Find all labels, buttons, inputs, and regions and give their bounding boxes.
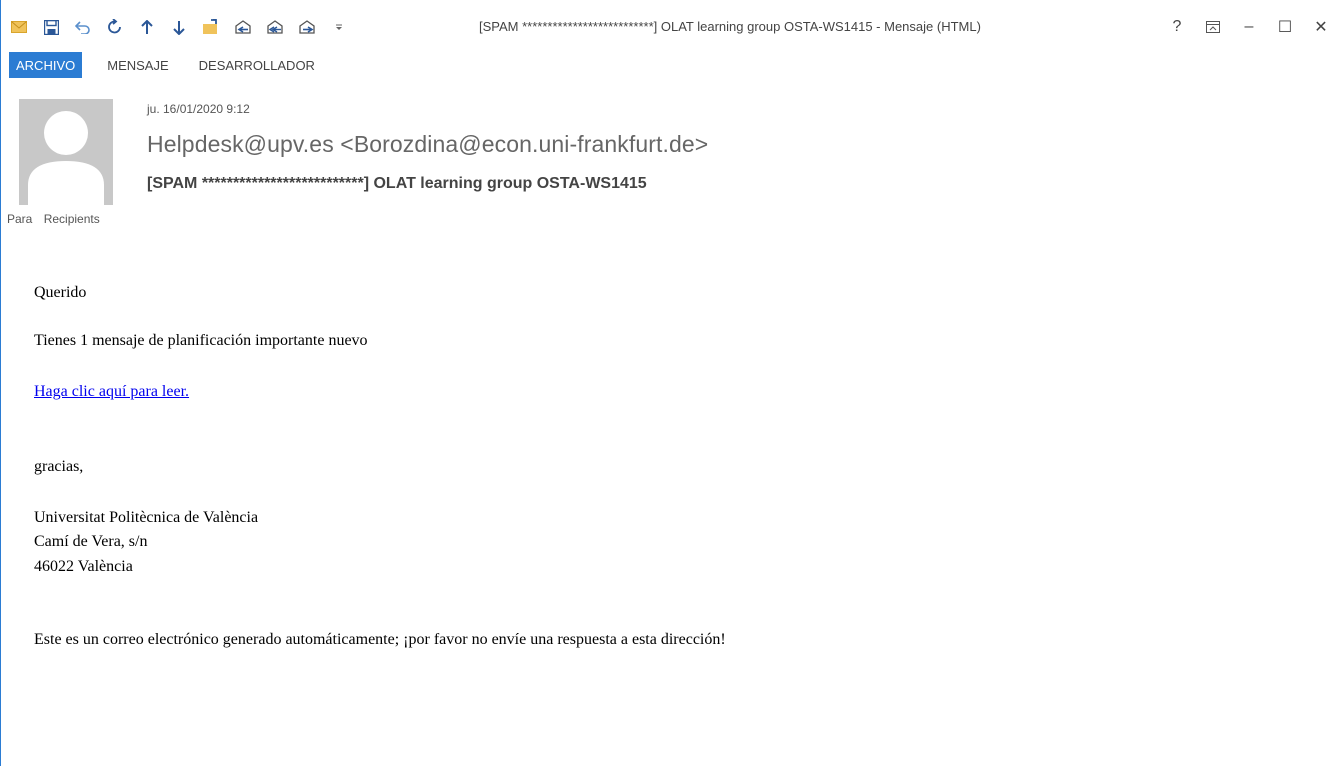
window-border [0, 0, 1, 766]
title-bar: [SPAM **************************] OLAT l… [0, 0, 1339, 50]
mail-icon[interactable] [8, 17, 30, 37]
thanks-line: gracias, [34, 458, 84, 475]
avatar [19, 99, 113, 205]
ribbon-tabs: ARCHIVO MENSAJE DESARROLLADOR [9, 52, 338, 78]
ribbon-display-options-button[interactable] [1195, 17, 1231, 37]
forward-icon[interactable] [296, 17, 318, 37]
to-label: Para [7, 212, 33, 226]
quick-access-toolbar [8, 17, 360, 37]
read-link[interactable]: Haga clic aquí para leer. [34, 383, 189, 400]
person-icon [28, 111, 104, 205]
up-arrow-icon[interactable] [136, 17, 158, 37]
tab-desarrollador[interactable]: DESARROLLADOR [192, 52, 322, 78]
close-button[interactable]: ✕ [1303, 17, 1339, 37]
move-folder-icon[interactable] [200, 17, 222, 37]
redo-icon[interactable] [104, 17, 126, 37]
subject: [SPAM **************************] OLAT l… [147, 175, 647, 192]
footer-notice: Este es un correo electrónico generado a… [34, 631, 726, 648]
sender[interactable]: Helpdesk@upv.es <Borozdina@econ.uni-fran… [147, 131, 708, 158]
customize-icon[interactable] [328, 17, 350, 37]
undo-icon[interactable] [72, 17, 94, 37]
org-city: 46022 València [34, 558, 133, 575]
greeting: Querido [34, 284, 87, 301]
minimize-button[interactable]: – [1231, 17, 1267, 37]
down-arrow-icon[interactable] [168, 17, 190, 37]
tab-archivo[interactable]: ARCHIVO [9, 52, 83, 78]
recipients[interactable]: Recipients [44, 212, 100, 226]
reply-icon[interactable] [232, 17, 254, 37]
tab-mensaje[interactable]: MENSAJE [100, 52, 175, 78]
sent-date: ju. 16/01/2020 9:12 [147, 102, 250, 116]
recipients-line: Para Recipients [7, 212, 108, 226]
help-button[interactable]: ? [1159, 17, 1195, 37]
reply-all-icon[interactable] [264, 17, 286, 37]
window-title: [SPAM **************************] OLAT l… [479, 19, 981, 34]
maximize-button[interactable]: ☐ [1267, 17, 1303, 37]
org-name: Universitat Politècnica de València [34, 509, 259, 526]
save-icon[interactable] [40, 17, 62, 37]
org-address: Camí de Vera, s/n [34, 533, 148, 550]
window-controls: ? – ☐ ✕ [1159, 17, 1339, 37]
ribbon-display-icon [1206, 21, 1220, 33]
body-line: Tienes 1 mensaje de planificación import… [34, 332, 368, 349]
